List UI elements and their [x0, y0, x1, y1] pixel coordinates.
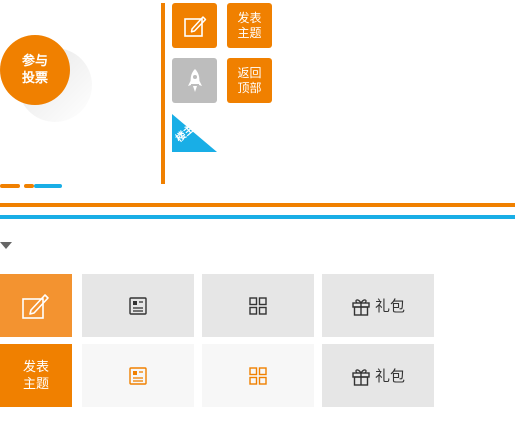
list-icon	[129, 296, 147, 315]
mini-bar-blue	[34, 184, 62, 188]
rocket-icon	[187, 68, 202, 92]
list-view-button[interactable]	[82, 274, 194, 337]
back-to-top-label: 返回 顶部	[237, 65, 262, 95]
gift-button[interactable]: 礼包	[322, 274, 434, 337]
gift-label: 礼包	[374, 367, 405, 385]
vote-button[interactable]: 参与 投票	[0, 35, 70, 105]
owner-tag[interactable]: 楼主	[172, 114, 217, 152]
gift-icon	[352, 298, 370, 316]
post-topic-tile-label: 发表 主题	[22, 359, 49, 392]
mini-bar-orange-short	[24, 184, 34, 188]
back-to-top-button[interactable]: 返回 顶部	[227, 58, 272, 103]
post-topic-button[interactable]: 发表 主题	[227, 3, 272, 48]
gift-button-2[interactable]: 礼包	[322, 344, 434, 407]
grid-icon	[249, 366, 267, 385]
caret-down-icon[interactable]	[0, 242, 12, 249]
gift-icon	[352, 368, 370, 386]
post-topic-tile[interactable]: 发表 主题	[0, 344, 72, 407]
vertical-divider	[161, 3, 165, 184]
rocket-button[interactable]	[172, 58, 217, 103]
edit-icon	[183, 15, 206, 37]
grid-icon	[249, 296, 267, 315]
mini-bar-orange	[0, 184, 20, 188]
edit-button[interactable]	[172, 3, 217, 48]
edit-icon	[22, 293, 49, 319]
orange-rule	[0, 203, 515, 207]
grid-view-button-active[interactable]	[202, 344, 314, 407]
edit-tile[interactable]	[0, 274, 72, 337]
grid-view-button[interactable]	[202, 274, 314, 337]
list-view-button-active[interactable]	[82, 344, 194, 407]
blue-rule	[0, 215, 515, 219]
post-topic-label: 发表 主题	[237, 10, 262, 40]
vote-label: 参与 投票	[21, 54, 48, 86]
list-icon	[129, 366, 147, 385]
gift-label: 礼包	[374, 297, 405, 315]
